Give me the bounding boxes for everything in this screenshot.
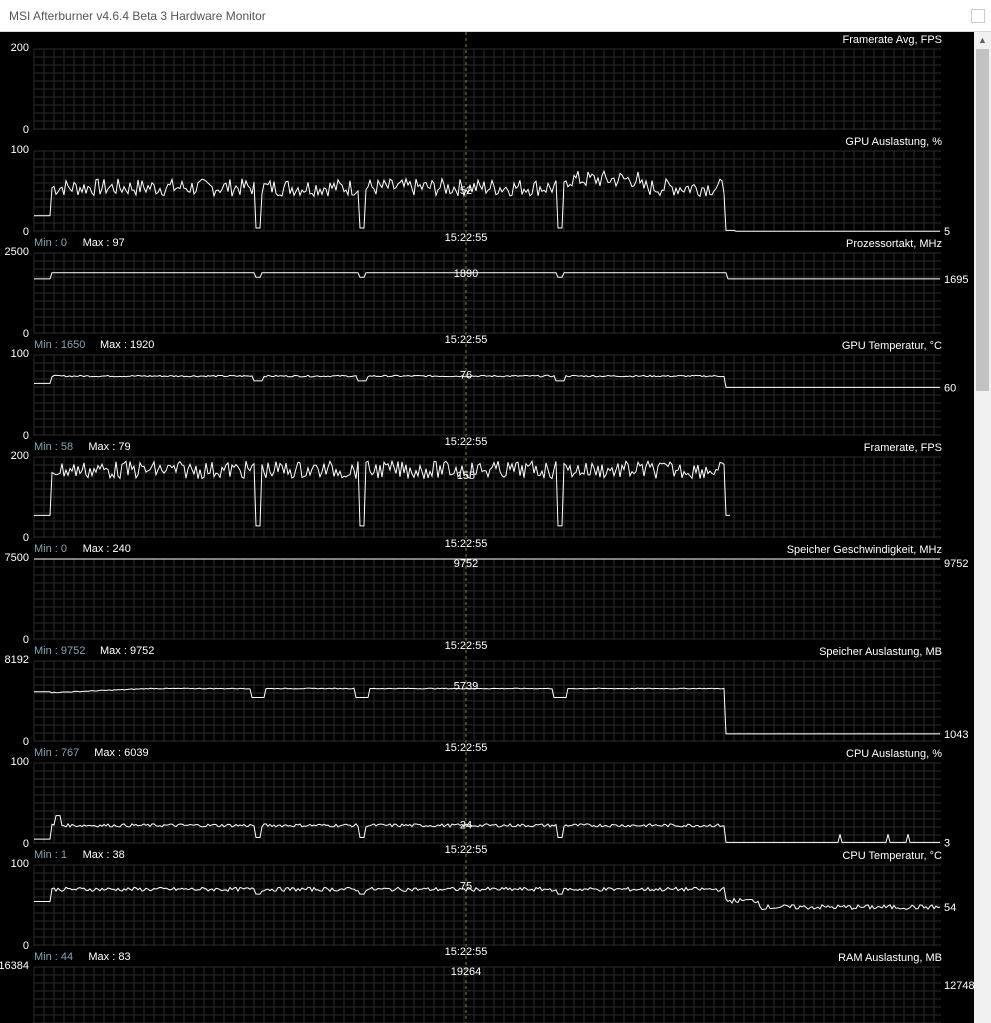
y-max-label: 7500	[5, 552, 29, 564]
graph-grid	[33, 354, 941, 436]
min-label: Min : 9752	[34, 645, 85, 657]
cursor-value: 19264	[451, 966, 482, 978]
current-value: 54	[944, 902, 956, 914]
graph-panel: GPU Auslastung, %1000Min : 0 Max : 975251…	[11, 134, 950, 249]
graph-title: GPU Auslastung, %	[845, 136, 942, 148]
graph-panel: Speicher Auslastung, MB 8192 0 Min : 767 Max…	[5, 644, 968, 759]
current-value: 1695	[944, 274, 968, 286]
max-label: Max : 38	[83, 849, 125, 861]
y-max-label: 16384	[0, 960, 29, 972]
graph-title: Framerate, FPS	[864, 442, 942, 454]
vertical-scrollbar[interactable]: ▲	[974, 32, 991, 1023]
graph-panel: Speicher Geschwindigkeit, MHz 7500 0 Min : …	[5, 542, 968, 657]
y-max-label: 2500	[5, 246, 29, 258]
scroll-up-icon[interactable]: ▲	[974, 32, 991, 49]
max-label: Max : 6039	[94, 747, 148, 759]
graph-title: RAM Auslastung, MB	[838, 952, 942, 964]
current-value: 60	[944, 382, 956, 394]
graph-grid	[33, 864, 941, 946]
cursor-value: 52	[460, 185, 472, 197]
min-label: Min : 1650	[34, 339, 85, 351]
graph-panel: GPU Temperatur, °C 100 0 Min : 58 Max : 79 76…	[11, 338, 956, 453]
graph-grid	[33, 252, 941, 334]
graph-panel: Framerate Avg, FPS 200 0	[11, 32, 942, 136]
graph-grid	[33, 456, 941, 538]
window-title: MSI Afterburner v4.6.4 Beta 3 Hardware M…	[9, 9, 266, 23]
y-max-label: 100	[11, 858, 29, 870]
cursor-value: 24	[460, 820, 472, 832]
max-label: Max : 79	[88, 441, 130, 453]
max-label: Max : 83	[88, 951, 130, 963]
graph-panel: CPU Temperatur, °C 100 0 Min : 44 Max : 83 75…	[11, 848, 956, 963]
current-value: 5	[944, 226, 950, 238]
graph-grid	[33, 660, 941, 742]
graph-panel: Framerate, FPS2000Min : 0 Max : 24015515:…	[11, 440, 942, 555]
graph-panel: Prozessortakt, MHz 2500 0 Min : 1650 Max : 1…	[5, 236, 968, 351]
scrollbar-thumb[interactable]	[976, 49, 989, 391]
max-label: Max : 97	[83, 237, 125, 249]
graph-title: Speicher Auslastung, MB	[819, 646, 942, 658]
graph-title: CPU Auslastung, %	[846, 748, 942, 760]
y-max-label: 100	[11, 348, 29, 360]
y-min-label: 0	[23, 124, 29, 136]
current-value: 12748	[944, 980, 974, 992]
graph-title: Framerate Avg, FPS	[843, 34, 942, 46]
max-label: Max : 240	[83, 543, 131, 555]
y-max-label: 200	[11, 42, 29, 54]
y-min-label: 0	[23, 736, 29, 748]
y-min-label: 0	[23, 532, 29, 544]
y-min-label: 0	[23, 838, 29, 850]
y-min-label: 0	[23, 430, 29, 442]
y-max-label: 100	[11, 144, 29, 156]
graph-panel: CPU Auslastung, %1000Min : 1 Max : 382431…	[11, 746, 950, 861]
min-label: Min : 767	[34, 747, 79, 759]
graph-title: Prozessortakt, MHz	[846, 238, 942, 250]
y-min-label: 0	[23, 328, 29, 340]
cursor-value: 9752	[454, 558, 478, 570]
max-label: Max : 1920	[100, 339, 154, 351]
graph-grid	[33, 558, 941, 640]
cursor-value: 5739	[454, 680, 478, 692]
graph-line	[34, 459, 730, 527]
hardware-monitor-graphs: Framerate Avg, FPS 200 0 GPU Auslastung, % 1…	[0, 32, 974, 1023]
y-max-label: 200	[11, 450, 29, 462]
cursor-value: 1890	[454, 268, 478, 280]
graph-title: Speicher Geschwindigkeit, MHz	[787, 544, 942, 556]
graph-grid	[33, 762, 941, 844]
y-min-label: 0	[23, 226, 29, 238]
current-value: 3	[944, 837, 950, 849]
min-label: Min : 0	[34, 543, 67, 555]
y-min-label: 0	[23, 634, 29, 646]
cursor-value: 76	[460, 369, 472, 381]
y-max-label: 100	[11, 756, 29, 768]
current-value: 1043	[944, 729, 968, 741]
cursor-value: 75	[460, 880, 472, 892]
window-titlebar: MSI Afterburner v4.6.4 Beta 3 Hardware M…	[0, 0, 991, 32]
y-max-label: 8192	[5, 654, 29, 666]
graph-title: CPU Temperatur, °C	[842, 850, 942, 862]
graph-title: GPU Temperatur, °C	[842, 340, 942, 352]
cursor-value: 155	[457, 470, 475, 482]
min-label: Min : 58	[34, 441, 73, 453]
graph-grid	[33, 966, 941, 1023]
y-min-label: 0	[23, 940, 29, 952]
min-label: Min : 44	[34, 951, 73, 963]
graph-panel: RAM Auslastung, MB16384Min : 10953Max : …	[0, 950, 974, 1023]
close-button[interactable]	[971, 9, 985, 23]
max-label: Max : 9752	[100, 645, 154, 657]
min-label: Min : 1	[34, 849, 67, 861]
graph-grid	[33, 48, 941, 130]
min-label: Min : 0	[34, 237, 67, 249]
current-value: 9752	[944, 558, 968, 570]
